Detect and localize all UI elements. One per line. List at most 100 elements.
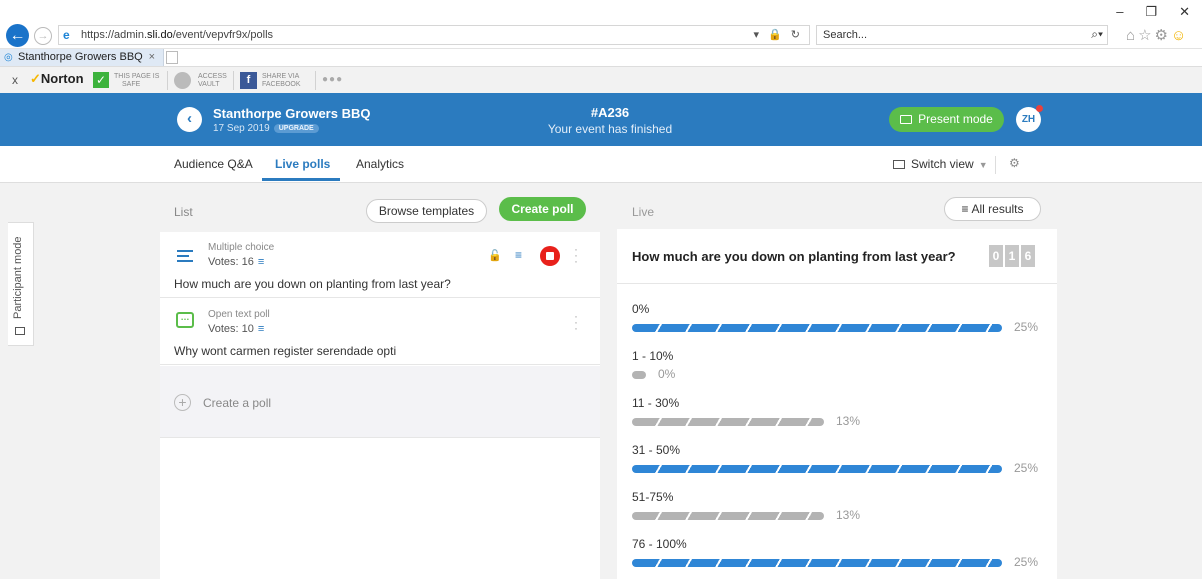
share-facebook-label[interactable]: SHARE VIA FACEBOOK — [262, 73, 301, 89]
option-label: 76 - 100% — [632, 537, 687, 551]
favorites-icon[interactable]: ☆ — [1138, 27, 1154, 44]
event-status: Your event has finished — [547, 122, 673, 136]
browser-chrome: – ❐ ✕ ← → e https://admin.sli.do/event/v… — [0, 0, 1202, 48]
browser-search-field[interactable]: Search... ⌕▾ — [816, 25, 1108, 45]
browser-forward-button[interactable]: → — [34, 27, 52, 45]
access-vault-label[interactable]: ACCESS VAULT — [198, 73, 227, 89]
results-icon: ≡ — [257, 256, 265, 268]
open-text-icon: … — [176, 312, 194, 328]
browser-toolbar-icons[interactable]: ⌂☆⚙☺ — [1126, 26, 1189, 44]
stop-poll-button[interactable] — [540, 246, 560, 266]
poll-list: Multiple choice Votes: 16 ≡ How much are … — [160, 232, 600, 579]
event-code: #A236 — [590, 105, 630, 120]
create-a-poll-row[interactable]: + Create a poll — [160, 366, 600, 438]
results-icon: ≡ — [961, 202, 969, 216]
restore-icon[interactable]: ❐ — [1145, 4, 1157, 22]
show-results-icon[interactable]: ≡ — [515, 248, 522, 262]
present-mode-button[interactable]: Present mode — [889, 107, 1004, 132]
tab-analytics[interactable]: Analytics — [356, 157, 404, 171]
vault-icon[interactable] — [174, 72, 191, 89]
address-tools[interactable]: ▾ 🔒 ↻ — [753, 28, 803, 41]
slido-favicon-icon: ◎ — [4, 52, 13, 63]
counter-digit: 6 — [1021, 245, 1035, 267]
poll-votes: Votes: 16 ≡ — [208, 256, 265, 268]
poll-question: Why wont carmen register serendade opti — [174, 344, 397, 358]
browser-tab[interactable]: ◎ Stanthorpe Growers BBQ × — [0, 49, 164, 67]
search-placeholder: Search... — [823, 29, 868, 41]
chevron-down-icon: ▼ — [978, 160, 988, 170]
live-poll-panel: How much are you down on planting from l… — [617, 229, 1057, 579]
option-bar — [632, 465, 1002, 473]
option-bar — [632, 418, 824, 426]
address-bar[interactable]: e https://admin.sli.do/event/vepvfr9x/po… — [58, 25, 810, 45]
poll-option: 11 - 30% 13% — [632, 396, 1052, 442]
option-percent: 25% — [1014, 461, 1039, 475]
participant-mode-label: Participant mode — [12, 236, 24, 319]
switch-view-dropdown[interactable]: Switch view ▼ — [893, 157, 988, 171]
url-text: https://admin.sli.do/event/vepvfr9x/poll… — [81, 29, 274, 41]
home-icon[interactable]: ⌂ — [1126, 27, 1138, 44]
plus-icon: + — [174, 394, 191, 411]
option-label: 0% — [632, 302, 650, 316]
tab-live-polls[interactable]: Live polls — [275, 157, 330, 171]
option-percent: 25% — [1014, 555, 1039, 569]
poll-option: 51-75% 13% — [632, 490, 1052, 536]
screen-icon — [900, 115, 913, 124]
poll-item-multiple-choice[interactable]: Multiple choice Votes: 16 ≡ How much are … — [160, 232, 600, 298]
norton-close-icon[interactable]: x — [12, 73, 18, 87]
option-bar — [632, 512, 824, 520]
participant-mode-toggle[interactable]: Participant mode — [8, 222, 34, 346]
more-icon[interactable]: ●●● — [322, 74, 343, 85]
monitor-icon — [15, 327, 25, 335]
minimize-icon[interactable]: – — [1116, 4, 1123, 22]
live-question: How much are you down on planting from l… — [632, 249, 956, 264]
tab-close-icon[interactable]: × — [149, 49, 155, 66]
settings-icon[interactable]: ⚙ — [1155, 27, 1171, 44]
poll-option: 76 - 100% 25% — [632, 537, 1052, 579]
new-tab-button[interactable] — [166, 51, 178, 64]
notification-dot — [1036, 105, 1043, 112]
counter-digit: 0 — [989, 245, 1003, 267]
more-options-icon[interactable]: · · · — [574, 310, 578, 334]
feedback-smiley-icon[interactable]: ☺ — [1171, 27, 1189, 44]
close-window-icon[interactable]: ✕ — [1179, 4, 1190, 22]
search-icon[interactable]: ⌕▾ — [1091, 27, 1103, 42]
gear-icon[interactable]: ⚙ — [1009, 156, 1020, 170]
results-icon: ≡ — [257, 323, 265, 335]
back-to-events-button[interactable]: ‹ — [177, 107, 202, 132]
create-poll-button[interactable]: Create poll — [499, 197, 586, 221]
vote-counter: 0 1 6 — [989, 245, 1035, 267]
tab-title: Stanthorpe Growers BBQ — [18, 51, 143, 63]
safe-check-icon: ✓ — [93, 72, 109, 88]
event-name: Stanthorpe Growers BBQ — [213, 106, 371, 121]
option-label: 1 - 10% — [632, 349, 674, 363]
option-label: 51-75% — [632, 490, 674, 504]
event-header: ‹ Stanthorpe Growers BBQ 17 Sep 2019 UPGR… — [0, 93, 1202, 146]
poll-type: Multiple choice — [208, 242, 275, 253]
browse-templates-button[interactable]: Browse templates — [366, 199, 487, 223]
more-options-icon[interactable]: · · · — [574, 243, 578, 267]
active-tab-indicator — [262, 178, 340, 181]
main-nav: Audience Q&A Live polls Analytics Switch… — [0, 146, 1202, 183]
live-label: Live — [632, 205, 655, 219]
browser-back-button[interactable]: ← — [6, 24, 29, 47]
option-percent: 13% — [836, 414, 861, 428]
list-label: List — [174, 205, 193, 219]
address-row: ← → e https://admin.sli.do/event/vepvfr9… — [0, 22, 1202, 48]
create-a-poll-label: Create a poll — [203, 396, 272, 410]
poll-option: 1 - 10% 0% — [632, 349, 1052, 395]
all-results-button[interactable]: ≡ All results — [944, 197, 1041, 221]
option-label: 31 - 50% — [632, 443, 681, 457]
poll-question: How much are you down on planting from l… — [174, 277, 451, 291]
facebook-icon[interactable]: f — [240, 72, 257, 89]
option-bar — [632, 371, 646, 379]
norton-logo[interactable]: ✓Norton — [30, 71, 84, 87]
upgrade-badge[interactable]: UPGRADE — [273, 124, 319, 133]
lock-icon[interactable]: 🔓 — [488, 249, 502, 262]
stop-icon — [546, 252, 554, 260]
poll-option: 0% 25% — [632, 302, 1052, 348]
poll-item-open-text[interactable]: … Open text poll Votes: 10 ≡ Why wont car… — [160, 299, 600, 365]
option-label: 11 - 30% — [632, 396, 680, 410]
tab-audience-qa[interactable]: Audience Q&A — [174, 157, 253, 171]
page-safe-label: THIS PAGE IS SAFE — [114, 73, 160, 88]
